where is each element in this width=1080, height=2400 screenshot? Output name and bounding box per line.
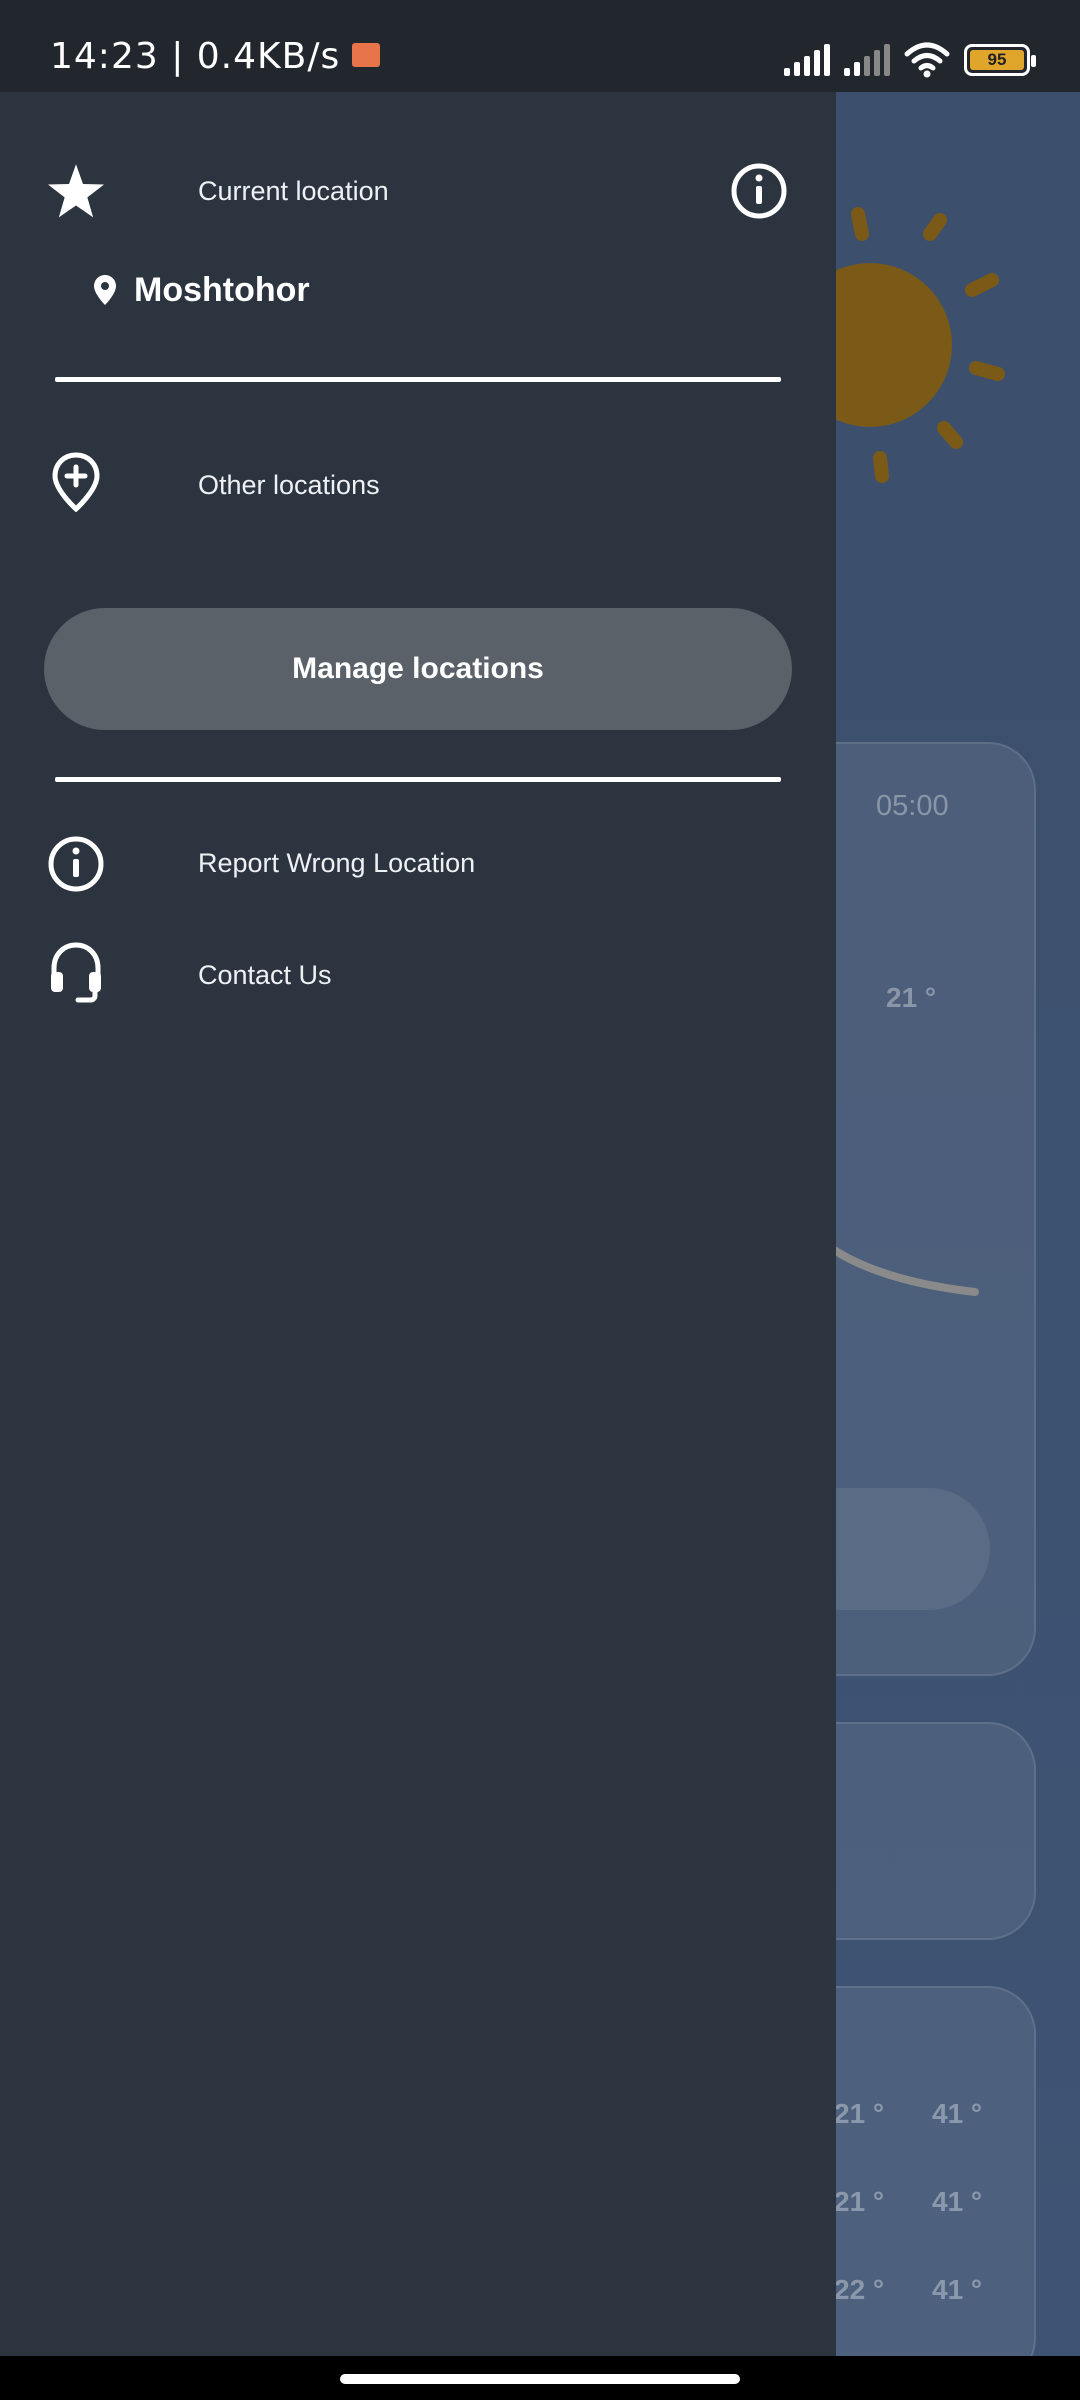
status-time: 14:23 | 0.4KB/s [50,36,381,77]
forecast-high-temp: 41 ° [932,2274,983,2305]
divider [55,777,781,782]
report-wrong-location-row[interactable]: Report Wrong Location [0,818,836,908]
current-location-name: Moshtohor [134,270,310,309]
hourly-time: 05:00 [876,790,949,822]
manage-locations-button[interactable]: Manage locations [44,608,792,730]
info-icon [46,834,106,894]
forecast-high-temp: 41 ° [932,2186,983,2217]
forecast-high-temp: 41 ° [932,2098,983,2129]
system-nav-bar [0,2356,1080,2400]
forecast-low-temp: 22 ° [834,2274,885,2305]
other-locations-label: Other locations [198,470,380,500]
forecast-low-temp: 21 ° [834,2186,885,2217]
wifi-icon [904,42,950,78]
status-icons: 95 [784,40,1036,80]
forecast-low-temp: 21 ° [834,2098,885,2129]
add-location-icon [46,452,106,512]
contact-us-label: Contact Us [198,960,332,990]
status-bar: 14:23 | 0.4KB/s 95 [0,0,1080,92]
report-wrong-location-label: Report Wrong Location [198,848,476,878]
map-pin-icon [94,275,116,305]
divider [55,377,781,382]
status-time-speed: 14:23 | 0.4KB/s [50,36,341,77]
temperature-curve [820,1240,979,1296]
screen-record-icon [352,43,381,67]
battery-icon: 95 [964,44,1036,76]
star-icon [46,162,106,222]
headset-icon [46,942,106,1003]
signal-icon [844,44,890,76]
hourly-temperature: 21 ° [886,982,937,1013]
location-info-icon[interactable] [730,162,788,220]
other-locations-row[interactable]: Other locations [0,440,836,530]
signal-icon [784,44,830,76]
home-indicator[interactable] [340,2374,740,2384]
contact-us-row[interactable]: Contact Us [0,928,836,1018]
current-location-label: Current location [198,176,389,206]
navigation-drawer: Current location Moshtohor Other locatio… [0,0,836,2356]
battery-level: 95 [970,50,1024,70]
moon-icon [904,884,920,916]
current-location-item[interactable]: Moshtohor [94,266,310,314]
